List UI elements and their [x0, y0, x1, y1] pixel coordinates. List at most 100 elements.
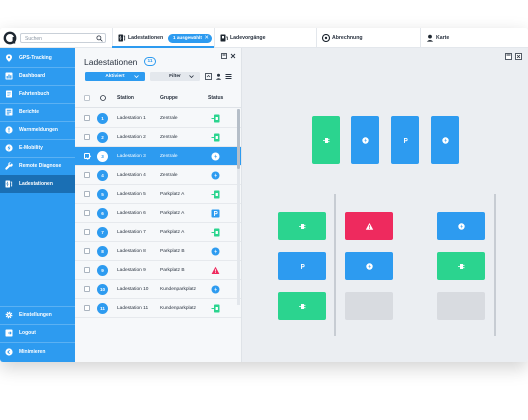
row-checkbox[interactable] [84, 248, 90, 254]
station-group: Zentrale [160, 173, 178, 178]
station-name: Ladestation 5 [117, 192, 146, 197]
sidebar-item-warnmeldungen[interactable]: Warnmeldungen [0, 121, 75, 139]
sidebar-item-remote-diagnose[interactable]: Remote Diagnose [0, 157, 75, 175]
station-name: Ladestation 2 [117, 135, 146, 140]
table-row[interactable]: 11 Ladestation 11 Kundenparkplatz [75, 299, 241, 318]
status-plug-status-icon [211, 114, 220, 123]
sort-icon[interactable] [100, 95, 106, 101]
list-menu-icon[interactable] [225, 73, 232, 80]
warning-icon [365, 222, 374, 231]
row-checkbox[interactable] [84, 172, 90, 178]
map-spot-blue-p-top-3[interactable] [391, 116, 419, 164]
charger-icon [118, 34, 126, 42]
sidebar-item-berichte[interactable]: Berichte [0, 103, 75, 121]
map-spot-red-alert[interactable] [345, 212, 393, 240]
popout-icon[interactable] [505, 53, 512, 60]
status-parking-icon [211, 209, 220, 218]
sidebar-item-label: Einstellungen [19, 312, 52, 318]
map-spot-green-top[interactable] [312, 116, 340, 164]
tab-karte[interactable]: Karte [420, 28, 528, 48]
row-checkbox[interactable] [84, 153, 91, 160]
row-checkbox[interactable] [84, 229, 90, 235]
table-row[interactable]: 3 Ladestation 3 Zentrale [75, 147, 241, 166]
select-all-checkbox[interactable] [84, 95, 90, 101]
row-checkbox[interactable] [84, 210, 90, 216]
row-checkbox[interactable] [84, 267, 90, 273]
tab-ladevorgaenge[interactable]: Ladevorgänge [214, 28, 316, 48]
user-icon[interactable] [215, 73, 222, 80]
table-row[interactable]: 9 Ladestation 9 Parkplatz B [75, 261, 241, 280]
status-filter-dropdown[interactable]: Aktiviert [85, 72, 145, 81]
export-icon[interactable] [205, 73, 212, 80]
parking-icon [298, 262, 307, 271]
row-checkbox[interactable] [84, 286, 90, 292]
station-number-badge: 10 [97, 284, 108, 295]
map-spot-blue-top-4[interactable] [431, 116, 459, 164]
station-number-badge: 4 [97, 170, 108, 181]
sidebar-item-e-mobility[interactable]: E-Mobility [0, 139, 75, 157]
parking-map[interactable] [242, 48, 528, 362]
sidebar-item-label: GPS-Tracking [19, 55, 52, 61]
tab-abrechnung[interactable]: Abrechnung [316, 28, 420, 48]
map-spot-empty-mid-3 [345, 292, 393, 320]
close-panel-icon[interactable] [230, 53, 236, 59]
sidebar-item-gps-tracking[interactable]: GPS-Tracking [0, 49, 75, 67]
report-icon [5, 108, 13, 116]
coin-icon [322, 34, 330, 42]
map-spot-blue-top-2[interactable] [351, 116, 379, 164]
status-plug-status-icon [211, 133, 220, 142]
station-number-badge: 7 [97, 227, 108, 238]
map-spot-empty-right-3 [437, 292, 485, 320]
search-icon [96, 35, 103, 42]
row-checkbox[interactable] [84, 305, 90, 311]
station-number-badge: 1 [97, 113, 108, 124]
map-spot-green-left-1[interactable] [278, 212, 326, 240]
table-row[interactable]: 2 Ladestation 2 Zentrale [75, 128, 241, 147]
search-input[interactable]: Suchen [20, 33, 106, 43]
tab-label: Ladestationen [128, 35, 164, 41]
table-row[interactable]: 4 Ladestation 4 Zentrale [75, 166, 241, 185]
map-spot-blue-p-left-2[interactable] [278, 252, 326, 280]
sidebar-item-logout[interactable]: Logout [0, 324, 75, 342]
filter-dropdown[interactable]: Filter [150, 72, 200, 81]
sidebar-item-fahrtenbuch[interactable]: Fahrtenbuch [0, 85, 75, 103]
sidebar-item-ladestationen[interactable]: Ladestationen [0, 175, 75, 193]
sidebar-item-label: Warnmeldungen [19, 127, 58, 133]
column-header-gruppe[interactable]: Gruppe [160, 95, 178, 101]
table-row[interactable]: 5 Ladestation 5 Parkplatz A [75, 185, 241, 204]
tab-ladestationen[interactable]: Ladestationen 1 ausgewählt ✕ [112, 28, 214, 48]
row-checkbox[interactable] [84, 191, 90, 197]
popout-icon[interactable] [221, 53, 227, 59]
status-charging-icon [211, 285, 220, 294]
sidebar-item-dashboard[interactable]: Dashboard [0, 67, 75, 85]
selection-badge[interactable]: 1 ausgewählt ✕ [168, 33, 212, 43]
selection-badge-label: 1 ausgewählt [173, 35, 202, 41]
close-map-icon[interactable] [515, 53, 522, 60]
column-header-status[interactable]: Status [208, 95, 223, 101]
sidebar-item-label: Logout [19, 330, 36, 336]
table-row[interactable]: 6 Ladestation 6 Parkplatz A [75, 204, 241, 223]
table-row[interactable]: 8 Ladestation 8 Parkplatz B [75, 242, 241, 261]
table-row[interactable]: 10 Ladestation 10 Kundenparkplatz [75, 280, 241, 299]
status-plug-status-icon [211, 228, 220, 237]
sidebar-item-label: E-Mobility [19, 145, 43, 151]
map-spot-blue-right-1[interactable] [437, 212, 485, 240]
sidebar-item-minimieren[interactable]: Minimieren [0, 343, 75, 361]
map-spot-green-right-2[interactable] [437, 252, 485, 280]
charging-icon [361, 136, 370, 145]
scrollbar[interactable] [237, 109, 240, 305]
scrollbar-thumb[interactable] [237, 109, 240, 169]
table-row[interactable]: 7 Ladestation 7 Parkplatz A [75, 223, 241, 242]
map-spot-blue-mid-2[interactable] [345, 252, 393, 280]
table-row[interactable]: 1 Ladestation 1 Zentrale [75, 109, 241, 128]
map-spot-green-left-3[interactable] [278, 292, 326, 320]
row-checkbox[interactable] [84, 134, 90, 140]
close-icon[interactable]: ✕ [204, 35, 209, 41]
status-charging-icon [211, 152, 220, 161]
sidebar-item-einstellungen[interactable]: Einstellungen [0, 306, 75, 324]
sidebar-item-label: Dashboard [19, 73, 46, 79]
column-header-station[interactable]: Station [117, 95, 134, 101]
row-checkbox[interactable] [84, 115, 90, 121]
plug-status-icon [322, 136, 331, 145]
app-logo-icon[interactable] [3, 31, 17, 45]
